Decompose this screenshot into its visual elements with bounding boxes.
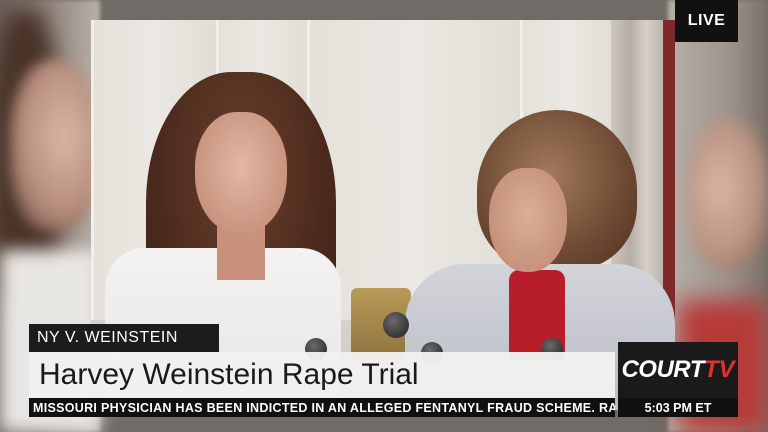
news-ticker: MISSOURI PHYSICIAN HAS BEEN INDICTED IN …	[29, 398, 615, 417]
live-badge: LIVE	[675, 0, 738, 42]
logo-tv-text: TV	[703, 356, 735, 383]
logo-court-text: COURT	[621, 356, 704, 383]
court-tv-logo: COURT TV	[618, 342, 738, 398]
clock: 5:03 PM ET	[618, 398, 738, 417]
speaker-face	[195, 112, 287, 234]
blurred-face	[688, 120, 768, 270]
microphone	[383, 312, 409, 338]
blurred-face	[10, 60, 100, 230]
case-tag: NY V. WEINSTEIN	[29, 324, 219, 352]
attorney-face	[489, 168, 567, 272]
headline: Harvey Weinstein Rape Trial	[29, 352, 615, 398]
